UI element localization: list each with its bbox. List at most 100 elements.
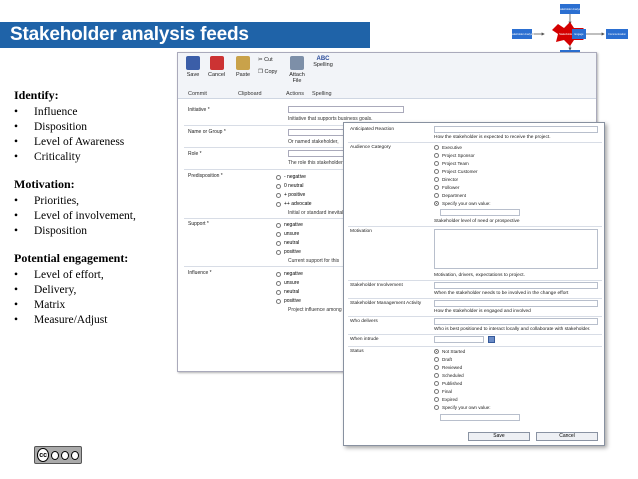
name-group-label: Name or Group *	[188, 129, 226, 135]
nc-icon	[61, 450, 70, 460]
audience-option[interactable]: Specify your own value:	[434, 201, 491, 206]
diagram-label-left: Stakeholder Analysis	[510, 32, 535, 36]
ribbon-group-spelling: Spelling	[312, 91, 332, 97]
cancel-icon	[209, 56, 224, 70]
motivation-hint: Motivation, drivers, expectations to pro…	[434, 273, 525, 278]
audience-option[interactable]: Department	[434, 193, 466, 198]
motivation-list: Priorities, Level of involvement, Dispos…	[14, 194, 174, 239]
section-heading-motivation: Motivation:	[14, 177, 75, 191]
status-custom-field[interactable]	[440, 414, 520, 421]
ribbon-toolbar: Save Cancel Paste ✂ Cut ❐ Copy Attach Fi…	[178, 53, 596, 99]
list-item: Disposition	[14, 120, 174, 135]
section-heading-identify: Identify:	[14, 88, 59, 102]
influence-hint: Project influence among	[288, 307, 342, 313]
status-option[interactable]: Reviewed	[434, 365, 462, 370]
diagram-label-right: Communication	[608, 32, 627, 36]
motivation-label: Motivation	[350, 229, 372, 234]
attach-file-ribbon-button[interactable]: Attach File	[288, 56, 306, 84]
list-item: Level of Awareness	[14, 135, 174, 150]
list-item: Disposition	[14, 224, 174, 239]
influence-option[interactable]: neutral	[276, 289, 299, 295]
influence-label: Influence *	[188, 270, 212, 276]
list-item: Measure/Adjust	[14, 313, 174, 328]
status-option[interactable]: Specify your own value:	[434, 405, 491, 410]
status-option[interactable]: Scheduled	[434, 373, 464, 378]
predisposition-label: Predisposition *	[188, 173, 223, 179]
role-hint: The role this stakeholder	[288, 160, 343, 166]
who-delivers-field[interactable]	[434, 318, 598, 325]
save-ribbon-button[interactable]: Save	[186, 56, 200, 78]
sa-icon	[71, 450, 79, 460]
slide-title: Stakeholder analysis feeds communication	[0, 22, 370, 71]
when-intrude-label: When intrude	[350, 337, 379, 342]
list-item: Level of involvement,	[14, 209, 174, 224]
anticipated-reaction-field[interactable]	[434, 126, 598, 133]
anticipated-reaction-hint: How the stakeholder is expected to recei…	[434, 135, 551, 140]
who-delivers-hint: Who is best positioned to interact local…	[434, 327, 591, 332]
role-label: Role *	[188, 151, 202, 157]
left-text-column: Identify: Influence Disposition Level of…	[14, 88, 174, 340]
status-option[interactable]: Final	[434, 389, 452, 394]
cancel-button[interactable]: Cancel	[536, 432, 598, 441]
initiative-label: Initiative *	[188, 107, 210, 113]
who-delivers-label: Who delivers	[350, 319, 378, 324]
copy-ribbon-button[interactable]: ❐ Copy	[258, 69, 277, 75]
management-activity-field[interactable]	[434, 300, 598, 307]
management-activity-hint: How the stakeholder is engaged and invol…	[434, 309, 531, 314]
paperclip-icon	[290, 56, 304, 70]
audience-option[interactable]: Director	[434, 177, 458, 182]
save-button[interactable]: Save	[468, 432, 530, 441]
when-intrude-date-field[interactable]	[434, 336, 484, 343]
audience-option[interactable]: Executive	[434, 145, 462, 150]
stakeholder-details-window: Anticipated Reaction How the stakeholder…	[343, 122, 605, 446]
list-item: Criticality	[14, 150, 174, 165]
status-option[interactable]: Draft	[434, 357, 452, 362]
predisposition-option[interactable]: ++ advocate	[276, 201, 312, 207]
predisposition-option[interactable]: 0 neutral	[276, 183, 303, 189]
predisposition-option[interactable]: - negative	[276, 174, 306, 180]
list-item: Matrix	[14, 298, 174, 313]
stakeholder-involvement-hint: When the stakeholder needs to be involve…	[434, 291, 569, 296]
calendar-icon[interactable]	[488, 336, 495, 343]
management-activity-label: Stakeholder Management Activity	[350, 301, 422, 306]
ribbon-group-actions: Actions	[286, 91, 305, 97]
influence-option[interactable]: unsure	[276, 280, 299, 286]
list-item: Priorities,	[14, 194, 174, 209]
support-option[interactable]: positive	[276, 249, 301, 255]
name-group-hint: Or named stakeholder,	[288, 139, 339, 145]
predisposition-option[interactable]: + positive	[276, 192, 305, 198]
audience-option[interactable]: Follower	[434, 185, 459, 190]
ribbon-group-clipboard: Clipboard	[238, 91, 262, 97]
ribbon-group-commit: Commit	[188, 91, 207, 97]
predisposition-hint: Initial or standard inevitable	[288, 210, 349, 216]
status-option[interactable]: Not Started	[434, 349, 465, 354]
audience-option[interactable]: Project Customer	[434, 169, 478, 174]
cancel-ribbon-button[interactable]: Cancel	[208, 56, 225, 78]
initiative-select[interactable]	[288, 106, 404, 113]
audience-custom-field[interactable]	[440, 209, 520, 216]
list-item: Influence	[14, 105, 174, 120]
audience-option[interactable]: Project Team	[434, 161, 469, 166]
audience-hint: Stakeholder level of need or prospective	[434, 219, 520, 224]
stakeholder-involvement-field[interactable]	[434, 282, 598, 289]
audience-option[interactable]: Project Sponsor	[434, 153, 475, 158]
status-option[interactable]: Expired	[434, 397, 458, 402]
cut-ribbon-button[interactable]: ✂ Cut	[258, 57, 273, 63]
influence-option[interactable]: negative	[276, 271, 303, 277]
stakeholder-involvement-label: Stakeholder Involvement	[350, 283, 403, 288]
save-icon	[186, 56, 200, 70]
diagram-label-top: Stakeholder Analysis	[558, 7, 583, 11]
support-option[interactable]: neutral	[276, 240, 299, 246]
paste-icon	[236, 56, 251, 70]
status-label: Status	[350, 349, 364, 354]
status-option[interactable]: Published	[434, 381, 462, 386]
influence-option[interactable]: positive	[276, 298, 301, 304]
spelling-ribbon-button[interactable]: ABC Spelling	[312, 56, 334, 68]
support-option[interactable]: unsure	[276, 231, 299, 237]
motivation-textarea[interactable]	[434, 229, 598, 269]
support-option[interactable]: negative	[276, 222, 303, 228]
paste-ribbon-button[interactable]: Paste	[236, 56, 250, 78]
cc-license-badge[interactable]: cc	[34, 446, 82, 464]
section-heading-engagement: Potential engagement:	[14, 251, 129, 265]
audience-category-label: Audience Category	[350, 145, 391, 150]
